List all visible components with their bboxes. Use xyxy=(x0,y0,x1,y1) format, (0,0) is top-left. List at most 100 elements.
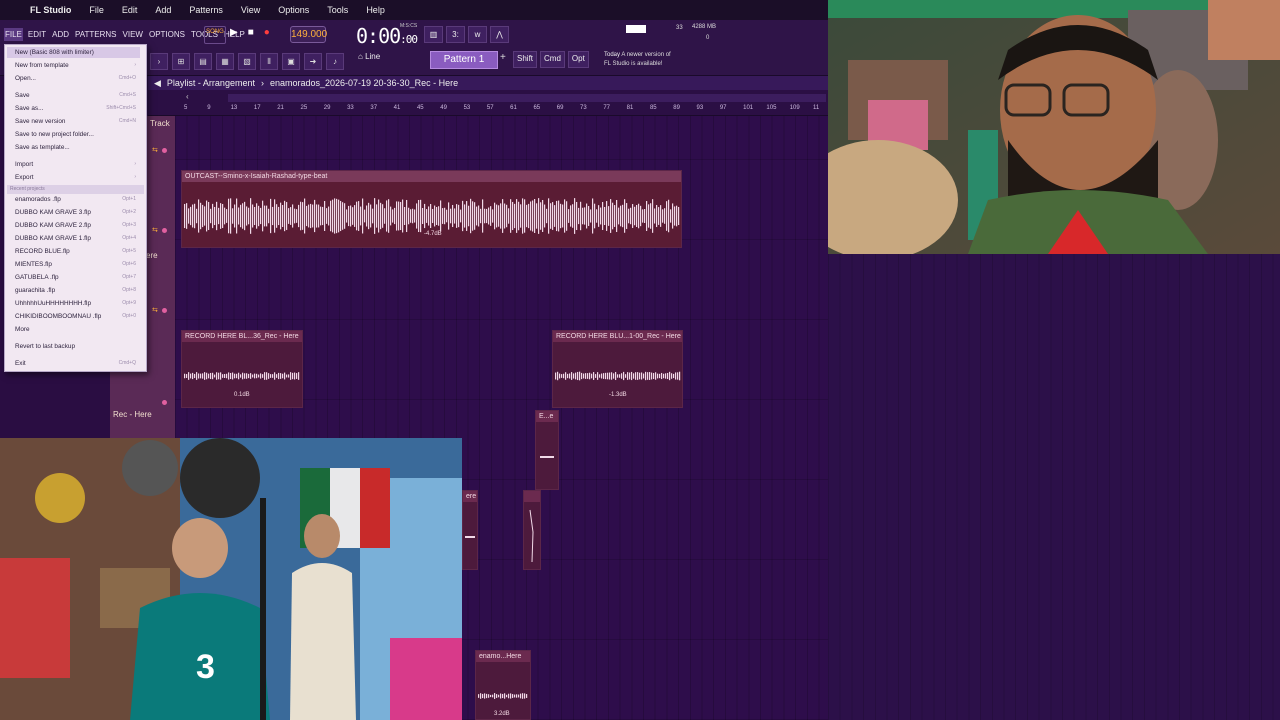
track-dot-icon[interactable] xyxy=(162,308,167,313)
wait-input-icon[interactable]: w xyxy=(468,26,487,43)
add-pattern-button[interactable]: + xyxy=(500,52,506,63)
shift-key[interactable]: Shift xyxy=(513,51,538,68)
exit-menu-item-shortcut: Cmd+Q xyxy=(118,360,136,366)
fl-menu-options[interactable]: OPTIONS xyxy=(148,28,186,41)
file-menu-item[interactable]: Export › xyxy=(15,172,140,183)
cpu-meter xyxy=(626,25,646,33)
snap-icon[interactable]: ⊞ xyxy=(172,52,190,70)
timeline-ruler[interactable]: ‹ 5 9 13 17 21 25 29 33 37 41 45 49 53 57 61 65 69 73 77 81… xyxy=(148,90,828,116)
recent-project-item[interactable]: guarachita .flp Opt+8 xyxy=(15,285,140,296)
memory-value: 4288 MB xyxy=(692,24,717,30)
audio-clip[interactable]: enamo...Here 3.2dB xyxy=(475,650,531,720)
track-name: Rec - Here xyxy=(113,410,152,419)
audio-clip[interactable]: RECORD HERE BLU...1-00_Rec - Here -1.3dB xyxy=(552,330,683,408)
track-arrow-icon[interactable]: ⇆ xyxy=(152,226,158,234)
more-menu-item[interactable]: More xyxy=(15,324,140,335)
project-name: enamorados_2026-07-19 20-36-30_Rec - Her… xyxy=(269,78,459,88)
mac-menu-options[interactable]: Options xyxy=(278,5,309,15)
mac-menu-file[interactable]: File xyxy=(89,5,104,15)
audio-clip[interactable]: . xyxy=(523,490,541,570)
tempo-display[interactable]: 149.000 xyxy=(290,26,327,43)
recent-project-item[interactable]: CHIKIDIBOOMBOOMNAU .flp Opt+0 xyxy=(15,311,140,322)
mac-menu-add[interactable]: Add xyxy=(155,5,171,15)
pattern-selector[interactable]: Pattern 1 xyxy=(430,51,498,69)
fl-menu-add[interactable]: ADD xyxy=(51,28,70,41)
mac-menu-tools[interactable]: Tools xyxy=(327,5,348,15)
file-menu-item[interactable]: New (Basic 808 with limiter) xyxy=(7,47,140,58)
arrow-icon[interactable]: ➜ xyxy=(304,52,322,70)
app-name-menu[interactable]: FL Studio xyxy=(30,5,71,15)
recent-project-item[interactable]: UhhhhhUuHHHHHHHH.flp Opt+9 xyxy=(15,298,140,309)
file-menu-item[interactable]: Open... Cmd+O xyxy=(15,73,140,84)
plugin-icon[interactable]: ▣ xyxy=(282,52,300,70)
track-arrow-icon[interactable]: ⇆ xyxy=(152,306,158,314)
ruler-number: 61 xyxy=(510,105,517,111)
piano-roll-icon[interactable]: ▧ xyxy=(238,52,256,70)
mac-menu-patterns[interactable]: Patterns xyxy=(189,5,223,15)
ruler-number: 41 xyxy=(393,105,401,111)
webcam-overlay-bottom: 3 xyxy=(0,438,462,720)
microphone-icon[interactable]: ♪ xyxy=(326,52,344,70)
browser-icon[interactable]: ▤ xyxy=(194,52,212,70)
playlist-grid-right[interactable] xyxy=(828,254,1280,720)
metronome-icon[interactable]: ⋀ xyxy=(490,26,509,43)
pattern-song-toggle[interactable]: SONG xyxy=(204,26,226,44)
snap-selector[interactable]: ⌂ Line xyxy=(358,52,380,61)
mac-menu-edit[interactable]: Edit xyxy=(122,5,138,15)
recent-project-item[interactable]: DUBBO KAM GRAVE 1.flp Opt+4 xyxy=(15,233,140,244)
channel-rack-icon[interactable]: ▦ xyxy=(216,52,234,70)
countdown-icon[interactable]: 3: xyxy=(446,26,465,43)
ruler-number: 57 xyxy=(486,105,494,111)
track-dot-icon[interactable] xyxy=(162,400,167,405)
file-dropdown-menu: New (Basic 808 with limiter) New from tem… xyxy=(4,44,147,372)
recent-project-item[interactable]: DUBBO KAM GRAVE 3.flp Opt+2 xyxy=(15,207,140,218)
track-dot-icon[interactable] xyxy=(162,228,167,233)
file-menu-item[interactable]: Save to new project folder... xyxy=(15,129,140,140)
track-dot-icon[interactable] xyxy=(162,148,167,153)
file-menu-item[interactable]: Import › xyxy=(15,159,140,170)
speaker-icon[interactable]: ◀ xyxy=(154,78,161,89)
recent-project-item[interactable]: enamorados .flp Opt+1 xyxy=(15,194,140,205)
ruler-number: 69 xyxy=(556,105,564,111)
fl-menu-view[interactable]: VIEW xyxy=(122,28,144,41)
fl-menu-patterns[interactable]: PATTERNS xyxy=(74,28,117,41)
opt-key[interactable]: Opt xyxy=(567,51,589,68)
track-arrow-icon[interactable]: ⇆ xyxy=(152,146,158,154)
horizontal-scrollbar[interactable] xyxy=(228,94,826,102)
recent-project-item[interactable]: GATUBELA .flp Opt+7 xyxy=(15,272,140,283)
cmd-key[interactable]: Cmd xyxy=(540,51,565,68)
audio-clip[interactable]: OUTCAST--Smino-x-Isaiah-Rashad-type-beat… xyxy=(181,170,682,248)
fl-menu-edit[interactable]: EDIT xyxy=(27,28,47,41)
recent-project-item-label: DUBBO KAM GRAVE 1.flp xyxy=(15,235,91,242)
clip-title: ere xyxy=(463,491,477,502)
track-name: ere xyxy=(146,251,158,260)
arrow-right-icon[interactable]: › xyxy=(150,52,168,70)
file-menu-item[interactable]: Save new version Cmd+N xyxy=(15,116,140,127)
mac-menu-view[interactable]: View xyxy=(241,5,260,15)
file-menu-item[interactable]: New from template › xyxy=(15,60,140,71)
recent-project-item[interactable]: DUBBO KAM GRAVE 2.flp Opt+3 xyxy=(15,220,140,231)
audio-clip[interactable]: ere xyxy=(462,490,478,570)
revert-backup-item[interactable]: Revert to last backup xyxy=(15,341,140,352)
recent-project-item[interactable]: MIENTES.flp Opt+6 xyxy=(15,259,140,270)
stop-icon[interactable]: ■ xyxy=(248,27,254,38)
mac-menu-help[interactable]: Help xyxy=(366,5,385,15)
recent-project-item-label: guarachita .flp xyxy=(15,287,56,294)
file-menu-item[interactable]: Save as... Shift+Cmd+S xyxy=(15,103,140,114)
news-panel[interactable]: Today A newer version of FL Studio is av… xyxy=(604,51,671,69)
scroll-left-icon[interactable]: ‹ xyxy=(186,92,189,101)
file-menu-item[interactable]: Save Cmd+S xyxy=(15,90,140,101)
recent-project-item[interactable]: RECORD BLUE.flp Opt+5 xyxy=(15,246,140,257)
ruler-number: 77 xyxy=(603,105,611,111)
file-menu-item[interactable]: Save as template... xyxy=(15,142,140,153)
audio-clip[interactable]: RECORD HERE BL...36_Rec - Here 0.1dB xyxy=(181,330,303,408)
play-icon[interactable]: ▶ xyxy=(230,27,238,38)
mixer-icon[interactable]: ⫴ xyxy=(260,52,278,70)
file-menu-item-label: New (Basic 808 with limiter) xyxy=(15,49,94,56)
audio-clip[interactable]: E...e xyxy=(535,410,559,490)
record-icon[interactable]: ● xyxy=(264,27,270,38)
typing-keyboard-icon[interactable]: ▥ xyxy=(424,26,443,43)
fl-menu-file[interactable]: FILE xyxy=(4,28,23,41)
exit-menu-item[interactable]: Exit Cmd+Q xyxy=(15,358,140,369)
track-label: Track xyxy=(150,119,170,128)
